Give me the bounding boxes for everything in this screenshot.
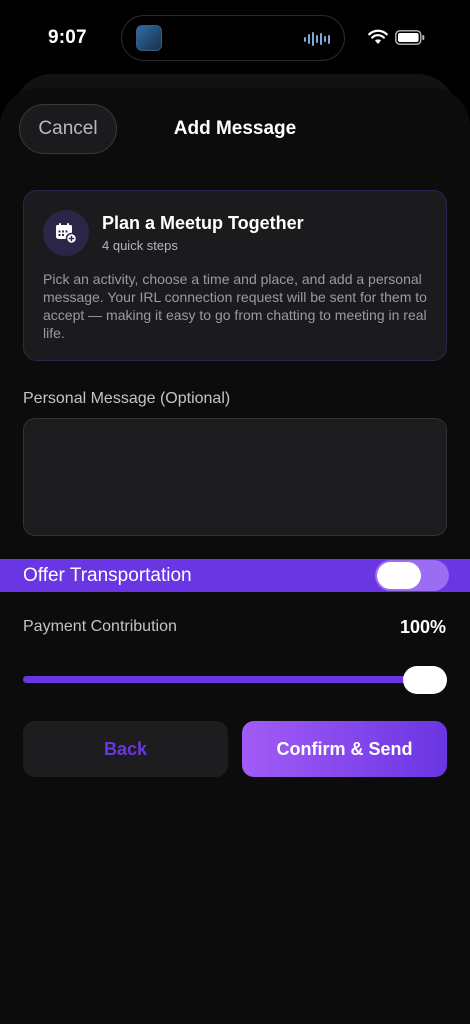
calendar-plus-icon	[43, 210, 89, 256]
personal-message-input[interactable]	[23, 418, 447, 536]
slider-fill	[23, 676, 447, 683]
status-bar: 9:07	[0, 0, 470, 76]
back-button[interactable]: Back	[23, 721, 228, 777]
now-playing-artwork	[136, 25, 162, 51]
confirm-send-button[interactable]: Confirm & Send	[242, 721, 447, 777]
battery-icon	[395, 30, 425, 45]
status-time: 9:07	[48, 27, 87, 48]
wifi-icon	[368, 29, 388, 44]
meetup-info-card: Plan a Meetup Together 4 quick steps Pic…	[23, 190, 447, 361]
card-description: Pick an activity, choose a time and plac…	[43, 271, 427, 341]
card-title: Plan a Meetup Together	[102, 213, 304, 233]
offer-transportation-toggle[interactable]	[375, 560, 449, 591]
card-subtitle: 4 quick steps	[102, 238, 178, 253]
offer-transportation-row: Offer Transportation	[0, 559, 470, 592]
slider-thumb[interactable]	[403, 666, 447, 694]
audio-waveform-icon	[304, 31, 330, 47]
dynamic-island	[121, 15, 345, 61]
toggle-knob	[377, 562, 421, 589]
personal-message-label: Personal Message (Optional)	[23, 390, 231, 407]
offer-transportation-label: Offer Transportation	[23, 565, 192, 586]
payment-contribution-slider[interactable]	[23, 664, 447, 696]
payment-contribution-label: Payment Contribution	[23, 618, 177, 635]
payment-contribution-value: 100%	[399, 617, 446, 637]
page-title: Add Message	[173, 118, 297, 139]
